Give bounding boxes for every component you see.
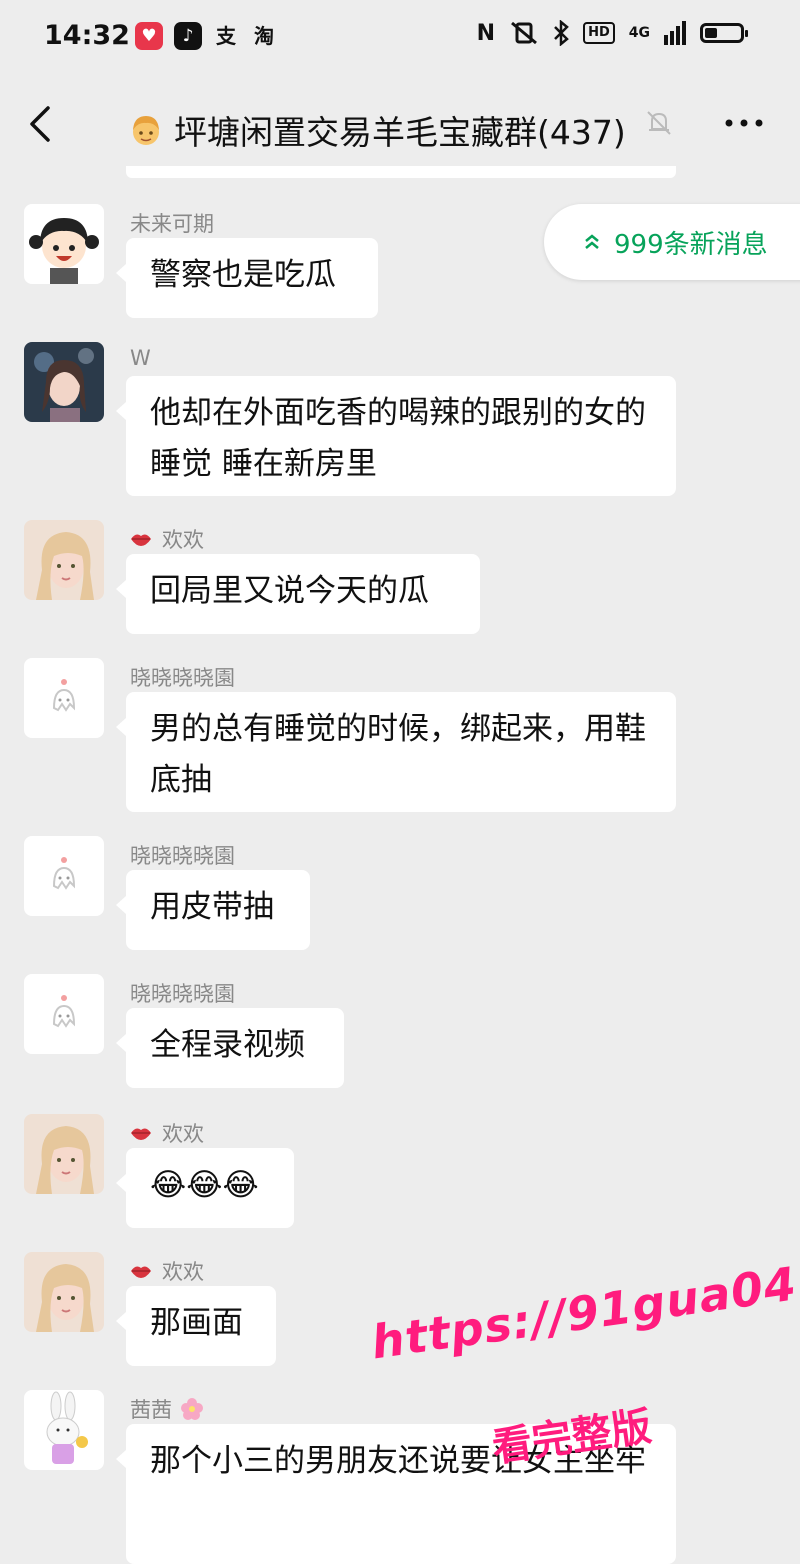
message-bubble[interactable]: 他却在外面吃香的喝辣的跟别的女的睡觉 睡在新房里: [116, 376, 676, 496]
message-bubble[interactable]: 用皮带抽: [116, 870, 310, 950]
chat-title: 坪塘闲置交易羊毛宝藏群(437): [128, 106, 626, 154]
girl-photo-avatar-icon: [24, 342, 104, 422]
new-messages-button[interactable]: 999条新消息: [544, 204, 800, 280]
message-bubble[interactable]: 全程录视频: [116, 1008, 344, 1088]
lips-icon: [131, 1266, 151, 1278]
cherry-blossom-icon: [181, 1398, 203, 1420]
sender-name: 欢欢: [130, 524, 204, 554]
network-type: 4G: [628, 25, 650, 41]
status-time: 14:32: [44, 20, 130, 51]
bluetooth-icon: [554, 20, 569, 46]
sender-name-text: 欢欢: [162, 1122, 204, 1146]
double-chevron-up-icon: [585, 234, 599, 249]
lips-icon: [131, 1128, 151, 1140]
cute-ghost-avatar-icon: [24, 658, 104, 738]
sender-name-text: 茜茜: [130, 1398, 172, 1422]
signal-icon: [664, 21, 686, 45]
heart-app-icon: ♥: [135, 22, 163, 50]
nfc-icon: N: [476, 20, 496, 46]
avatar[interactable]: [24, 836, 104, 916]
sender-name: 晓晓晓晓園: [130, 844, 235, 868]
back-arrow-icon[interactable]: [26, 104, 56, 144]
blonde-girl-avatar-icon: [24, 1114, 104, 1194]
sender-name: 晓晓晓晓園: [130, 982, 235, 1006]
blonde-girl-avatar-icon: [24, 1252, 104, 1332]
bunny-avatar-icon: [24, 1390, 104, 1470]
avatar[interactable]: [24, 658, 104, 738]
new-messages-label: 999条新消息: [614, 229, 768, 260]
sender-name-text: 欢欢: [162, 1260, 204, 1284]
message-bubble[interactable]: 回局里又说今天的瓜: [116, 554, 480, 634]
avatar[interactable]: [24, 974, 104, 1054]
message-bubble[interactable]: 那画面: [116, 1286, 276, 1366]
sender-name: 欢欢: [130, 1256, 204, 1286]
sender-name: 茜茜: [130, 1394, 204, 1424]
avatar[interactable]: [24, 204, 104, 284]
cartoon-girl-avatar-icon: [24, 204, 104, 284]
message-bubble[interactable]: 😂😂😂: [116, 1148, 294, 1228]
avatar[interactable]: [24, 520, 104, 600]
tiktok-app-icon: ♪: [174, 22, 202, 50]
avatar[interactable]: [24, 1114, 104, 1194]
lips-icon: [131, 534, 151, 546]
more-options-icon[interactable]: [722, 108, 766, 138]
mute-vibrate-icon: [511, 21, 538, 45]
status-bar: 14:32 ♥ ♪ 支 淘 N HD 4G: [0, 0, 800, 78]
blonde-girl-avatar-icon: [24, 520, 104, 600]
message-bubble[interactable]: 警察也是吃瓜: [116, 238, 378, 318]
muted-bell-icon: [647, 111, 671, 135]
alipay-app-icon: 支: [216, 24, 236, 48]
sender-name: 未来可期: [130, 212, 214, 236]
message-bubble[interactable]: 男的总有睡觉的时候，绑起来，用鞋底抽: [116, 692, 676, 812]
sender-name: 晓晓晓晓園: [130, 666, 235, 690]
avatar[interactable]: [24, 1252, 104, 1332]
watermark-url: https://91gua04.com: [368, 1238, 800, 1370]
avatar[interactable]: [24, 1390, 104, 1470]
sender-name: 欢欢: [130, 1118, 204, 1148]
battery-icon: [700, 23, 748, 43]
hd-badge: HD: [583, 22, 615, 44]
chat-title-text: 坪塘闲置交易羊毛宝藏群(437): [174, 113, 626, 152]
cute-ghost-avatar-icon: [24, 974, 104, 1054]
taobao-app-icon: 淘: [254, 24, 274, 48]
chat-header: 坪塘闲置交易羊毛宝藏群(437): [0, 78, 800, 174]
sender-name: W: [130, 346, 151, 370]
person-emoji-icon: [133, 116, 159, 145]
avatar[interactable]: [24, 342, 104, 422]
cute-ghost-avatar-icon: [24, 836, 104, 916]
sender-name-text: 欢欢: [162, 528, 204, 552]
previous-message-bubble: [126, 166, 676, 178]
